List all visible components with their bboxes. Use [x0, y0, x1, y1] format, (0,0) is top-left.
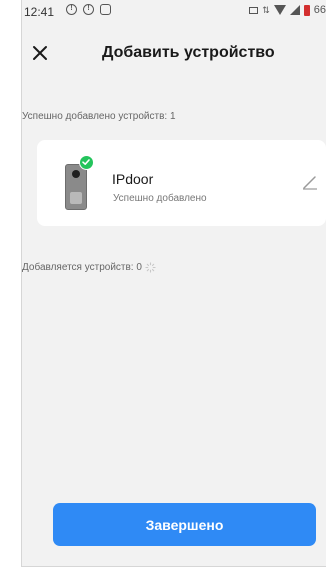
message-icon	[249, 6, 259, 14]
status-time: 12:41	[24, 5, 55, 19]
speaker-grille	[70, 192, 82, 204]
adding-devices-count: Добавляется устройств: 0	[22, 262, 142, 273]
adding-devices-row: Добавляется устройств: 0	[22, 262, 156, 273]
camera-lens	[72, 170, 80, 178]
app-notification-icon	[100, 4, 111, 15]
header: Добавить устройство	[22, 40, 326, 70]
app-screen: 12:41 ! ! ⇅ 66 Добавить устройство Успеш…	[22, 0, 326, 566]
status-system-icons: ⇅ 66	[249, 4, 326, 16]
device-status: Успешно добавлено	[113, 193, 207, 204]
battery-level: 66	[313, 4, 326, 16]
pencil-icon	[303, 176, 317, 190]
check-icon	[82, 159, 90, 165]
added-devices-count: Успешно добавлено устройств: 1	[22, 111, 176, 122]
cell-signal-icon	[289, 5, 300, 15]
page-title: Добавить устройство	[102, 44, 275, 61]
close-button[interactable]	[29, 42, 51, 64]
success-badge	[79, 155, 94, 170]
close-icon	[33, 46, 47, 60]
wifi-icon	[273, 5, 286, 15]
status-notification-icons: ! !	[66, 4, 111, 15]
alert-icon: !	[83, 4, 94, 15]
status-bar: 12:41 ! ! ⇅ 66	[22, 0, 326, 22]
device-card[interactable]: IPdoor Успешно добавлено	[37, 140, 326, 226]
doorbell-device-icon	[65, 164, 87, 210]
edit-device-name-button[interactable]	[302, 174, 318, 190]
device-name: IPdoor	[112, 171, 154, 187]
spinner-icon	[145, 262, 156, 273]
alert-icon: !	[66, 4, 77, 15]
data-transfer-icon: ⇅	[262, 4, 270, 15]
done-button[interactable]: Завершено	[53, 503, 316, 546]
battery-icon	[303, 4, 310, 16]
